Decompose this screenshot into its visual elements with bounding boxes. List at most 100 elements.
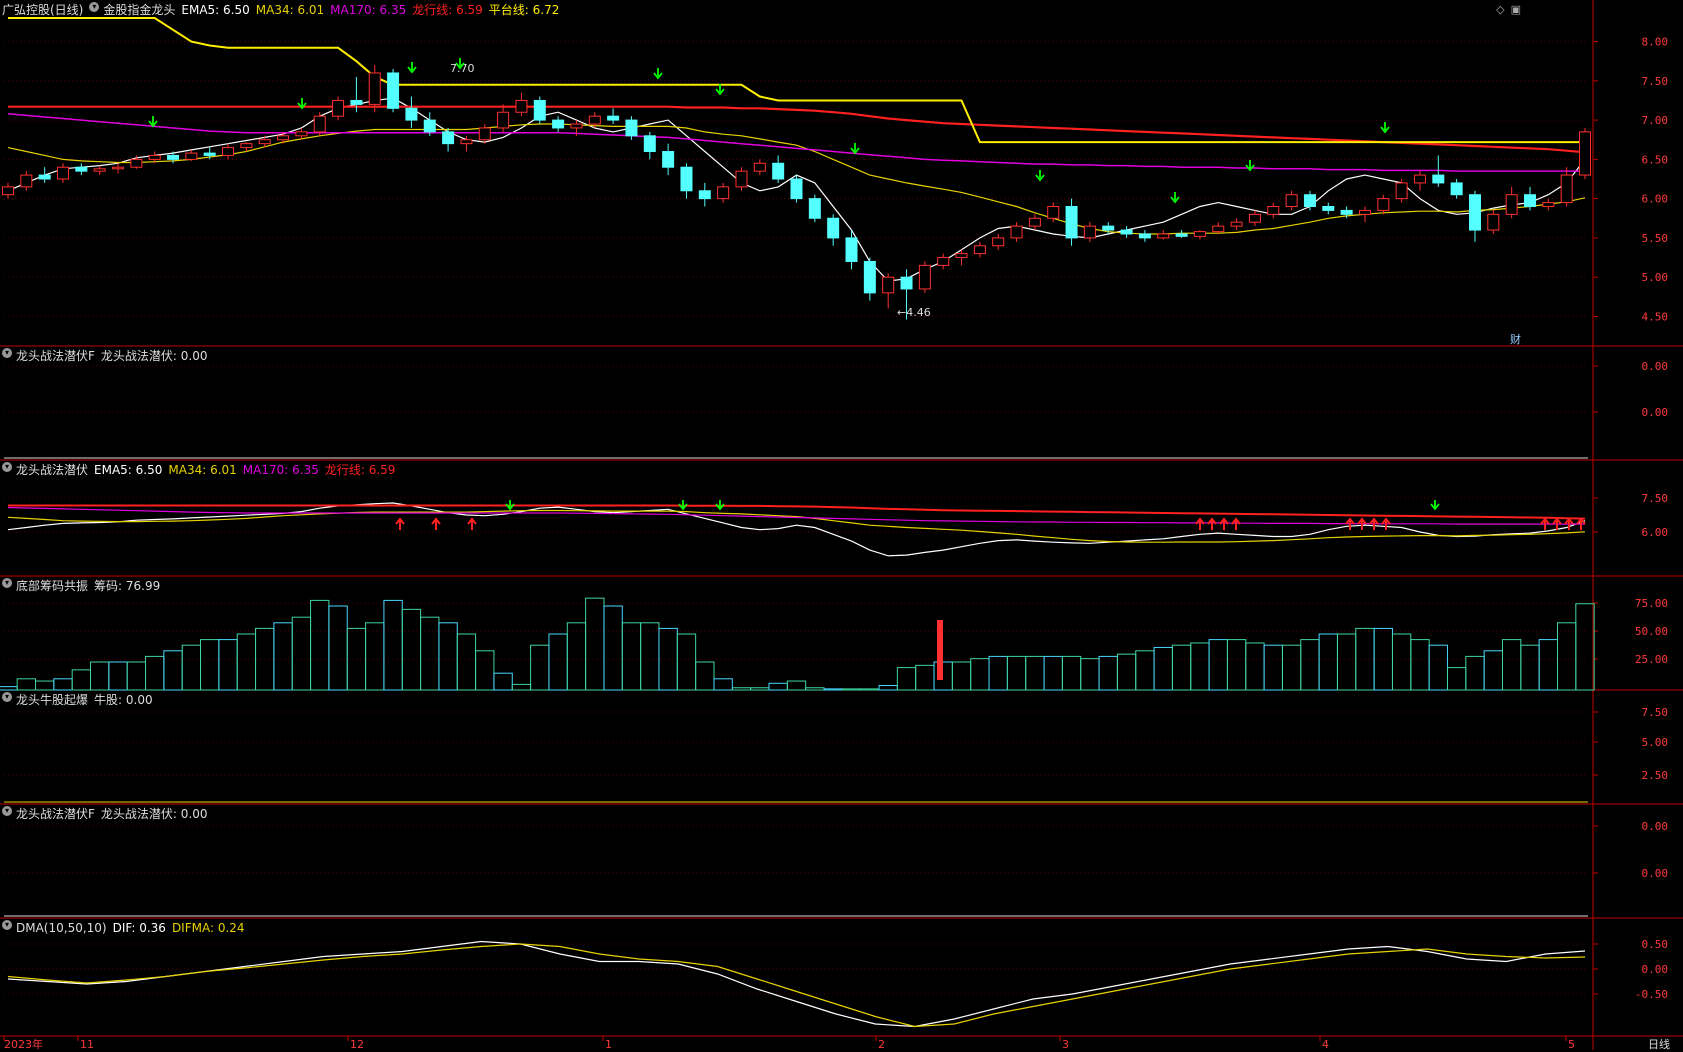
candle-body xyxy=(1267,205,1280,215)
histogram-bar xyxy=(218,639,238,691)
circle-icon[interactable]: ▾ xyxy=(89,2,100,12)
header-text: EMA5: 6.50 xyxy=(94,463,163,477)
histogram-bar xyxy=(640,622,660,691)
y-tick-label: -0.50 xyxy=(1635,988,1668,1001)
histogram-bar xyxy=(1043,655,1063,691)
x-axis-label: 5 xyxy=(1568,1038,1575,1050)
candle-body xyxy=(1468,194,1481,231)
panel-header-price[interactable]: 广弘控股(日线) ▾ 金股指金龙头 EMA5: 6.50 MA34: 6.01 MA170… xyxy=(2,2,559,18)
histogram-bar xyxy=(1556,622,1577,691)
y-tick-label: 7.50 xyxy=(1642,706,1669,719)
header-text: 筹码: 76.99 xyxy=(94,579,161,593)
histogram-bar xyxy=(420,616,440,691)
restore-icon[interactable]: ▣ xyxy=(1511,3,1521,16)
candle-body xyxy=(643,135,656,153)
header-text: 龙行线: 6.59 xyxy=(324,463,396,477)
up-arrow-icon xyxy=(1231,517,1241,530)
histogram-bar xyxy=(933,661,953,691)
histogram-bar xyxy=(988,655,1008,691)
panel-header-p6[interactable]: ▾ 龙头战法潜伏F 龙头战法潜伏: 0.00 xyxy=(2,806,207,822)
candle-body xyxy=(57,166,70,180)
header-item: EMA5: 6.50 xyxy=(181,2,249,18)
x-axis-label: 1 xyxy=(605,1038,612,1050)
down-arrow-icon xyxy=(505,500,515,511)
candle-body xyxy=(222,147,235,156)
candle-body xyxy=(1083,225,1096,239)
circle-icon[interactable]: ▾ xyxy=(2,578,12,588)
header-text: MA170: 6.35 xyxy=(242,463,319,477)
candle-body xyxy=(1010,225,1023,239)
candle-body xyxy=(167,154,180,160)
histogram-bar xyxy=(823,688,843,691)
histogram-bar xyxy=(1446,667,1467,691)
candle-body xyxy=(515,99,528,113)
diamond-icon[interactable]: ◇ xyxy=(1496,3,1504,16)
candle-body xyxy=(148,154,161,160)
histogram-bar xyxy=(731,687,752,691)
histogram-bar xyxy=(1483,650,1503,691)
histogram-bar xyxy=(786,680,807,691)
histogram-bar xyxy=(401,608,422,691)
header-text: 牛股: 0.00 xyxy=(94,693,153,707)
histogram-bar xyxy=(1080,658,1100,691)
header-item: 广弘控股(日线) xyxy=(2,2,83,18)
histogram-bar xyxy=(181,644,202,691)
histogram-bar xyxy=(566,622,587,691)
histogram-bar xyxy=(1281,644,1302,691)
down-arrow-icon xyxy=(715,500,725,511)
header-item: 筹码: 76.99 xyxy=(94,578,160,594)
y-tick-label: 2.50 xyxy=(1642,769,1669,782)
candle-body xyxy=(112,166,125,170)
candle-body xyxy=(423,119,436,133)
histogram-bar xyxy=(16,678,37,691)
panel-header-p7[interactable]: ▾ DMA(10,50,10) DIF: 0.36 DIFMA: 0.24 xyxy=(2,920,245,936)
circle-icon[interactable]: ▾ xyxy=(2,692,12,702)
histogram-bar xyxy=(1226,639,1247,691)
histogram-bar xyxy=(1318,633,1338,691)
candle-body xyxy=(863,260,876,294)
window-controls[interactable]: ◇ ▣ xyxy=(1496,3,1521,16)
finance-badge[interactable]: 财 xyxy=(1510,332,1521,346)
candle-body xyxy=(1157,233,1170,239)
candle-body xyxy=(1285,194,1298,207)
down-arrow-icon xyxy=(148,116,158,128)
difma-line xyxy=(7,943,1586,1028)
y-tick-label: 0.00 xyxy=(1642,360,1669,373)
circle-icon[interactable]: ▾ xyxy=(2,348,12,358)
candle-body xyxy=(20,174,33,188)
header-item: MA170: 6.35 xyxy=(330,2,406,18)
header-text: 龙头战法潜伏F xyxy=(16,349,95,363)
y-tick-label: 0.00 xyxy=(1642,820,1669,833)
y-tick-label: 7.50 xyxy=(1642,492,1669,505)
candle-body xyxy=(1377,198,1390,211)
panel-header-p5[interactable]: ▾ 龙头牛股起爆 牛股: 0.00 xyxy=(2,692,153,708)
circle-icon[interactable]: ▾ xyxy=(2,920,12,930)
histogram-bar xyxy=(1098,655,1118,691)
header-item: ▾ 金股指金龙头 xyxy=(89,2,175,18)
histogram-bar xyxy=(1410,639,1430,691)
circle-icon[interactable]: ▾ xyxy=(2,806,12,816)
histogram-bar xyxy=(236,633,257,691)
histogram-bar xyxy=(713,678,733,691)
candle-body xyxy=(1230,221,1243,227)
histogram-bar xyxy=(0,686,18,691)
header-text: 底部筹码共振 xyxy=(16,579,89,593)
header-item: DIFMA: 0.24 xyxy=(172,920,245,936)
histogram-bar xyxy=(71,669,92,691)
y-tick-label: 7.00 xyxy=(1642,114,1669,127)
candle-body xyxy=(1138,233,1151,239)
panel-header-p3[interactable]: ▾ 龙头战法潜伏 EMA5: 6.50 MA34: 6.01 MA170: 6.35 龙行… xyxy=(2,462,395,478)
candle-body xyxy=(130,158,143,168)
down-arrow-icon xyxy=(407,62,417,74)
candle-body xyxy=(588,115,601,125)
candle-body xyxy=(295,131,308,137)
y-tick-label: 0.00 xyxy=(1642,406,1669,419)
candle-body xyxy=(827,217,840,239)
header-text: 金股指金龙头 xyxy=(103,3,176,17)
circle-icon[interactable]: ▾ xyxy=(2,462,12,472)
panel-header-p4[interactable]: ▾ 底部筹码共振 筹码: 76.99 xyxy=(2,578,160,594)
header-item: 牛股: 0.00 xyxy=(94,692,153,708)
candle-body xyxy=(387,72,400,109)
header-text: 龙头战法潜伏F xyxy=(16,807,95,821)
panel-header-p2[interactable]: ▾ 龙头战法潜伏F 龙头战法潜伏: 0.00 xyxy=(2,348,207,364)
